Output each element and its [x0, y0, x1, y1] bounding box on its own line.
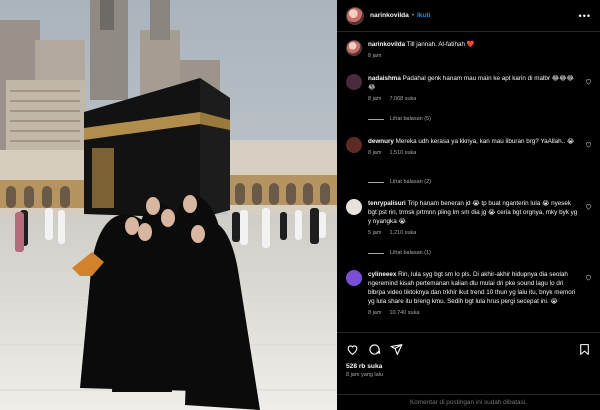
caption-avatar[interactable] [346, 40, 362, 56]
comment-username[interactable]: tenrypalisuri [368, 200, 406, 207]
post-timestamp: 8 jam yang lalu [346, 372, 383, 378]
view-replies-label: Lihat balasan (5) [390, 116, 431, 122]
comment-like-count[interactable]: 1.210 suka [389, 230, 416, 236]
comment-item: tenrypalisuri Trip hanam beneran jd 😭 tp… [346, 199, 594, 236]
comment-like-count[interactable]: 1.510 suka [389, 150, 416, 156]
comment-avatar[interactable] [346, 74, 362, 90]
view-replies-button[interactable]: Lihat balasan (5) [368, 116, 431, 122]
heart-icon[interactable] [585, 141, 592, 148]
comment-icon[interactable] [368, 343, 381, 356]
comment-text: Mereka udh kerasa ya kknya, kan mau libu… [395, 138, 575, 145]
comments-disabled-notice: Komentar di postingan ini sudah dibatasi… [337, 394, 600, 410]
post-caption: narinkovilda Till jannah. Al-fatihah ❤️ … [346, 40, 591, 59]
heart-icon[interactable] [585, 78, 592, 85]
comment-item: dewnury Mereka udh kerasa ya kknya, kan … [346, 137, 594, 156]
post-header: narinkovilda • Ikuti ••• [337, 0, 600, 32]
comment-username[interactable]: dewnury [368, 138, 394, 145]
separator-dot: • [411, 12, 414, 19]
comment-time: 8 jam [368, 150, 382, 156]
comment-time: 5 jam [368, 230, 382, 236]
avatar[interactable] [346, 6, 364, 25]
kaaba-photo-illustration [0, 0, 337, 410]
caption-time: 8 jam [368, 53, 382, 59]
post-username[interactable]: narinkovilda [370, 12, 409, 19]
comment-item: cylineeex Rin, lula syg bgt sm lo pls. D… [346, 270, 594, 316]
comment-avatar[interactable] [346, 270, 362, 286]
view-replies-button[interactable]: Lihat balasan (2) [368, 179, 431, 185]
more-icon[interactable]: ••• [579, 11, 591, 21]
comment-avatar[interactable] [346, 199, 362, 215]
caption-text: Till jannah. Al-fatihah [406, 41, 465, 48]
post-side-panel: narinkovilda • Ikuti ••• narinkovilda Ti… [337, 0, 600, 410]
follow-button[interactable]: Ikuti [417, 12, 431, 19]
caption-username[interactable]: narinkovilda [368, 41, 405, 48]
comment-username[interactable]: nadaishma [368, 75, 401, 82]
comment-like-count[interactable]: 10.740 suka [389, 310, 419, 316]
view-replies-button[interactable]: Lihat balasan (1) [368, 250, 431, 256]
post-photo[interactable] [0, 0, 337, 410]
post-actions: 528 rb suka 8 jam yang lalu [337, 332, 600, 378]
bookmark-icon[interactable] [578, 343, 591, 356]
comment-item: nadaishma Padahal genk hanam mau main ke… [346, 74, 594, 102]
share-icon[interactable] [390, 343, 403, 356]
heart-icon[interactable] [585, 274, 592, 281]
comment-like-count[interactable]: 7.068 suka [389, 96, 416, 102]
view-replies-label: Lihat balasan (1) [390, 250, 431, 256]
comment-time: 8 jam [368, 96, 382, 102]
comment-avatar[interactable] [346, 137, 362, 153]
view-replies-label: Lihat balasan (2) [390, 179, 431, 185]
comment-text: Rin, lula syg bgt sm lo pls. Di akhir-ak… [368, 271, 576, 305]
heart-icon[interactable] [346, 343, 359, 356]
caption-heart-emoji: ❤️ [466, 41, 475, 48]
heart-icon[interactable] [585, 203, 592, 210]
comment-username[interactable]: cylineeex [368, 271, 396, 278]
comment-time: 8 jam [368, 310, 382, 316]
post-like-count[interactable]: 528 rb suka [346, 363, 591, 370]
